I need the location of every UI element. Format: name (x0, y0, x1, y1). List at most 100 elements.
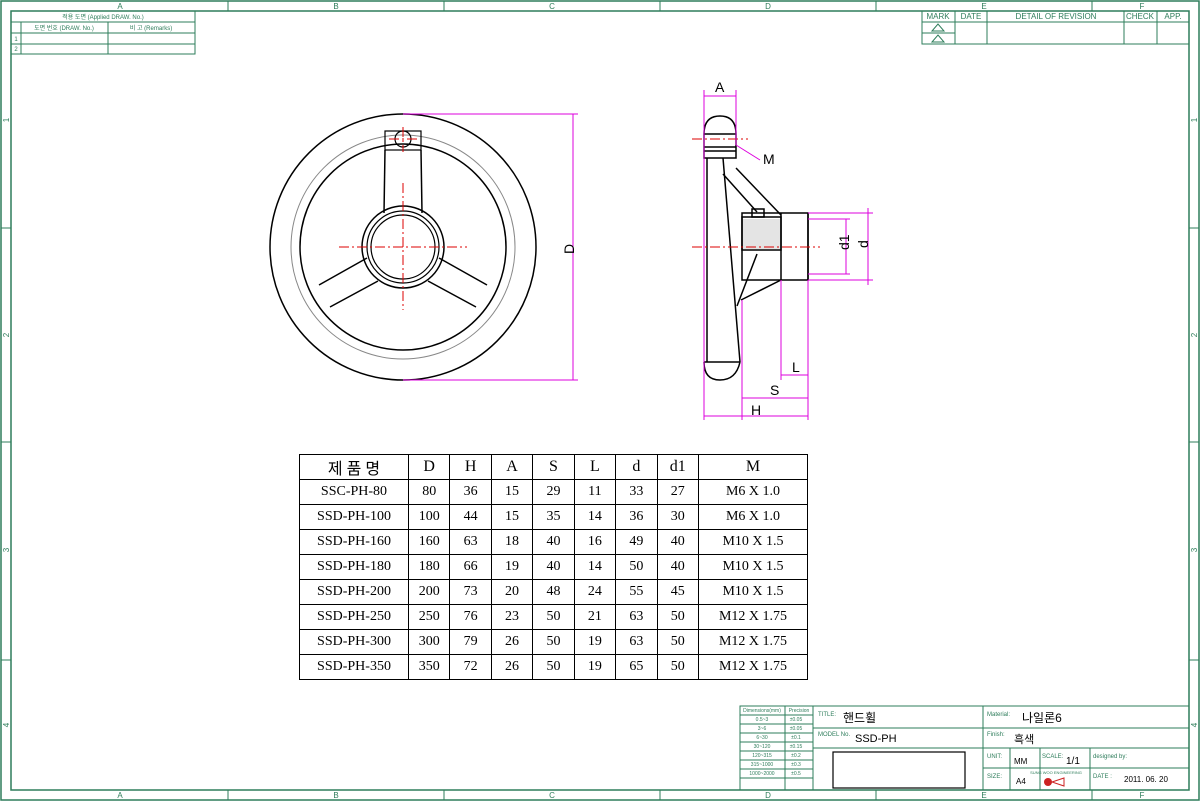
zone-row-label: 3 (1190, 547, 1199, 552)
table-row: SSD-PH-100 100 44 15 35 14 36 30 M6 X 1.0 (299, 504, 808, 530)
cell-L: 19 (573, 654, 617, 680)
cell-S: 40 (532, 529, 575, 555)
applied-drawing-col1: 도면 번호 (DRAW. No.) (34, 24, 94, 32)
cell-d: 63 (615, 629, 658, 655)
cell-S: 35 (532, 504, 575, 530)
table-row: SSD-PH-300 300 79 26 50 19 63 50 M12 X 1.75 (299, 629, 808, 655)
table-row: SSD-PH-350 350 72 26 50 19 65 50 M12 X 1.75 (299, 654, 808, 680)
cell-A: 20 (490, 579, 534, 605)
cell-H: 72 (449, 654, 492, 680)
header-D: D (407, 454, 451, 480)
cell-product-name: SSD-PH-350 (299, 654, 409, 680)
cell-A: 26 (490, 629, 534, 655)
dim-label-S: S (770, 382, 779, 398)
dim-label-M: M (763, 151, 775, 167)
date-label: DATE : (1093, 774, 1112, 780)
logo-text: SUNG WOO ENGINEERING (1030, 770, 1082, 775)
zone-row-label: 2 (2, 332, 11, 337)
zone-row-label: 1 (2, 117, 11, 122)
header-L: L (573, 454, 617, 480)
cell-A: 19 (490, 554, 534, 580)
cell-d: 65 (615, 654, 658, 680)
drawing-sheet: A B C D E F A B C D E F 1 2 3 4 1 2 3 4 … (0, 0, 1200, 801)
zone-row-label: 4 (2, 722, 11, 727)
cell-A: 15 (490, 479, 534, 505)
tolerance-value: ±0.05 (790, 717, 803, 723)
cell-product-name: SSD-PH-300 (299, 629, 409, 655)
applied-drawing-row: 1 (14, 37, 18, 43)
zone-col-label: C (549, 791, 555, 800)
zone-col-label: B (333, 791, 338, 800)
tolerance-range: 315~1000 (751, 762, 774, 768)
zone-labels: A B C D E F A B C D E F 1 2 3 4 1 2 3 4 (2, 2, 1199, 800)
cell-S: 48 (532, 579, 575, 605)
unit-label: UNIT: (987, 754, 1002, 760)
zone-col-label: F (1140, 791, 1145, 800)
model-label: MODEL No. (818, 732, 850, 738)
dim-label-d1: d1 (836, 234, 852, 250)
title-value: 핸드휠 (843, 710, 876, 725)
cell-D: 160 (407, 529, 451, 555)
cell-S: 50 (532, 604, 575, 630)
cell-S: 29 (532, 479, 575, 505)
dim-label-A: A (715, 79, 725, 95)
spec-table-header: 제 품 명 D H A S L d d1 M (299, 454, 808, 480)
zone-col-label: D (765, 791, 771, 800)
cell-d1: 45 (656, 579, 700, 605)
cell-H: 66 (449, 554, 492, 580)
zone-col-label: B (333, 2, 338, 11)
cell-L: 24 (573, 579, 617, 605)
scale-value: 1/1 (1066, 756, 1080, 767)
cell-M: M12 X 1.75 (698, 654, 808, 680)
hub-hatch (743, 219, 780, 249)
tolerance-value: ±0.05 (790, 726, 803, 732)
cell-A: 23 (490, 604, 534, 630)
cell-d1: 27 (656, 479, 700, 505)
tolerance-value: ±0.3 (791, 762, 801, 768)
tolerance-range: 6~30 (756, 735, 767, 741)
cell-D: 200 (407, 579, 451, 605)
cell-D: 80 (407, 479, 451, 505)
cell-D: 250 (407, 604, 451, 630)
zone-col-label: E (981, 2, 986, 11)
dim-label-H: H (751, 402, 761, 418)
cell-d1: 40 (656, 529, 700, 555)
cell-d1: 50 (656, 629, 700, 655)
zone-ticks (1, 1, 1199, 800)
cell-L: 14 (573, 554, 617, 580)
date-value: 2011. 06. 20 (1124, 775, 1168, 784)
material-value: 나일론6 (1022, 711, 1062, 725)
cell-M: M6 X 1.0 (698, 479, 808, 505)
cell-product-name: SSC-PH-80 (299, 479, 409, 505)
cell-S: 40 (532, 554, 575, 580)
zone-row-label: 3 (2, 547, 11, 552)
cell-d: 33 (615, 479, 658, 505)
zone-row-label: 2 (1190, 332, 1199, 337)
model-value: SSD-PH (855, 733, 897, 745)
cell-product-name: SSD-PH-200 (299, 579, 409, 605)
cell-d1: 30 (656, 504, 700, 530)
header-S: S (532, 454, 575, 480)
header-A: A (490, 454, 534, 480)
cell-H: 76 (449, 604, 492, 630)
cell-d1: 50 (656, 604, 700, 630)
cell-product-name: SSD-PH-100 (299, 504, 409, 530)
tolerance-value: ±0.2 (791, 753, 801, 759)
cell-d: 63 (615, 604, 658, 630)
cell-A: 15 (490, 504, 534, 530)
zone-col-label: A (117, 2, 123, 11)
header-d1: d1 (656, 454, 700, 480)
cell-L: 16 (573, 529, 617, 555)
tolerance-range: 30~120 (754, 744, 771, 750)
cell-D: 180 (407, 554, 451, 580)
cell-L: 11 (573, 479, 617, 505)
zone-row-label: 4 (1190, 722, 1199, 727)
cell-H: 73 (449, 579, 492, 605)
dim-label-L: L (792, 359, 800, 375)
material-label: Material: (987, 712, 1010, 718)
table-row: SSD-PH-250 250 76 23 50 21 63 50 M12 X 1.75 (299, 604, 808, 630)
unit-value: MM (1014, 757, 1028, 766)
applied-drawing-row: 2 (14, 47, 18, 53)
table-row: SSD-PH-180 180 66 19 40 14 50 40 M10 X 1.5 (299, 554, 808, 580)
cell-D: 100 (407, 504, 451, 530)
